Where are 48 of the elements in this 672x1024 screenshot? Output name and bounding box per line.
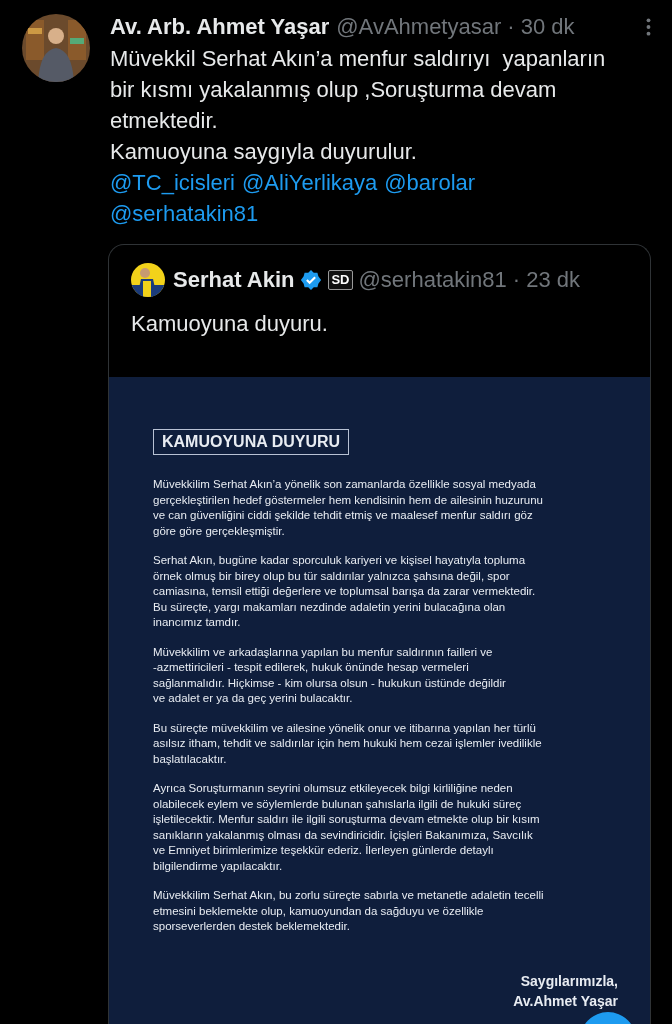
mention-link[interactable]: @serhatakin81 xyxy=(110,198,259,229)
document-text: Müvekkilim Serhat Akın, bu zorlu süreçte sabırla ve metanetle adaletin tecelli xyxy=(153,888,545,903)
mention-link[interactable]: @barolar xyxy=(384,167,476,198)
document-text: inancımız tamdır. xyxy=(153,615,242,630)
document-text: bilgilendirme yapılacaktır. xyxy=(153,858,284,874)
document-text: ve adalet er ya da geç yerini bulacaktır. xyxy=(153,691,354,706)
document-text: Bu süreçte, yargı makamları nezdinde adaletin yerini bulacağına olan xyxy=(153,599,507,615)
document-text: göre göre gerçekleşmiştir. xyxy=(153,523,286,539)
author-name[interactable]: Av. Arb. Ahmet Yaşar xyxy=(110,12,330,42)
quoted-author-name[interactable]: Serhat Akin xyxy=(173,265,295,295)
document-text: sanıkların yakalanmış olması da sevindiricidir. İçişleri Bakanımıza, Savcılık xyxy=(153,827,534,843)
document-text: etmesini beklemekte olup, kamuoyundan da sağduyu ve özellikle xyxy=(153,903,485,919)
document-text: camiasına, temsil ettiği değerlere ve toplumsal barışa da zarar vermektedir. xyxy=(153,584,537,599)
document-text: örnek olmuş bir birey olup bu tür saldırılar yalnızca şahsına değil, spor xyxy=(153,568,511,584)
quoted-post-card[interactable] xyxy=(108,244,651,1024)
document-image[interactable] xyxy=(109,377,650,1024)
document-text: Ayrıca Soruşturmanın seyrini olumsuz etkileyecek bilgi kirliliğine neden xyxy=(153,781,514,796)
post-text: bir kısmı yakalanmış olup ,Soruşturma devam xyxy=(110,76,558,104)
document-text: olabilecek eylem ve söylemlerde bulunan şahıslarla ilgili de hukuki süreç xyxy=(153,796,523,812)
quoted-author-handle: @serhatakin81 xyxy=(358,266,507,294)
mention-link[interactable]: @TC_icisleri xyxy=(110,167,235,198)
document-text: Müvekkilim ve arkadaşlarına yapılan bu menfur saldırının failleri ve xyxy=(153,644,494,660)
document-text: Bu süreçte müvekkilim ve ailesine yönelik onur ve itibarına yapılan her türlü xyxy=(153,720,537,736)
document-text: asılsız itham, tehdit ve saldırılar için hem hukuki hem cezai işlemler ivedilikle xyxy=(153,736,543,751)
author-handle: @AvAhmetyasar xyxy=(336,13,502,41)
document-text: Serhat Akın, bugüne kadar sporculuk kariyeri ve kişisel hayatıyla topluma xyxy=(153,553,527,568)
document-text: ve can güvenliğini ciddi şekilde tehdit etmiş ve maalesef menfur saldırı göz xyxy=(153,508,534,523)
affiliate-badge: SD xyxy=(328,270,353,290)
more-icon[interactable] xyxy=(646,17,651,37)
document-text: sporseverlerden destek beklemektedir. xyxy=(153,919,351,934)
quoted-post-time: · 23 dk xyxy=(512,266,581,294)
document-text: -azmettiricileri - tespit edilerek, hukuk önünde hesap vermeleri xyxy=(153,660,470,675)
document-text: işletilecektir. Menfur saldırı ile ilgili soruşturma devam etmekte olup bir kısım xyxy=(153,812,541,827)
document-text: başlatılacaktır. xyxy=(153,751,228,767)
post-text: Kamuoyuna saygıyla duyurulur. xyxy=(110,138,418,166)
document-text: gerçekleştirilen hedef göstermeler hem kendisinin hem de ailesinin huzurunu xyxy=(153,492,544,508)
document-text: Müvekkilim Serhat Akın’a yönelik son zamanlarda özellikle sosyal medyada xyxy=(153,477,537,492)
document-text: ve Emniyet birimlerimize teşekkür ederiz. İlerleyen günlerde detaylı xyxy=(153,843,495,858)
post-text: etmektedir. xyxy=(110,107,219,135)
quoted-post-text: Kamuoyuna duyuru. xyxy=(130,310,329,338)
mention-link[interactable]: @AliYerlikaya xyxy=(242,167,378,198)
post-time: · 30 dk xyxy=(507,13,575,41)
document-signature: Av.Ahmet Yaşar xyxy=(513,991,618,1011)
document-signature: Saygılarımızla, xyxy=(520,971,618,991)
document-text: sağlanmalıdır. Hiçkimse - kim olursa olsun - hukukun üstünde değildir xyxy=(153,675,507,691)
quoted-avatar[interactable] xyxy=(131,263,165,297)
document-heading: KAMUOYUNA DUYURU xyxy=(153,429,350,455)
post-text: Müvekkil Serhat Akın’a menfur saldırıyı yapanların xyxy=(110,45,607,73)
